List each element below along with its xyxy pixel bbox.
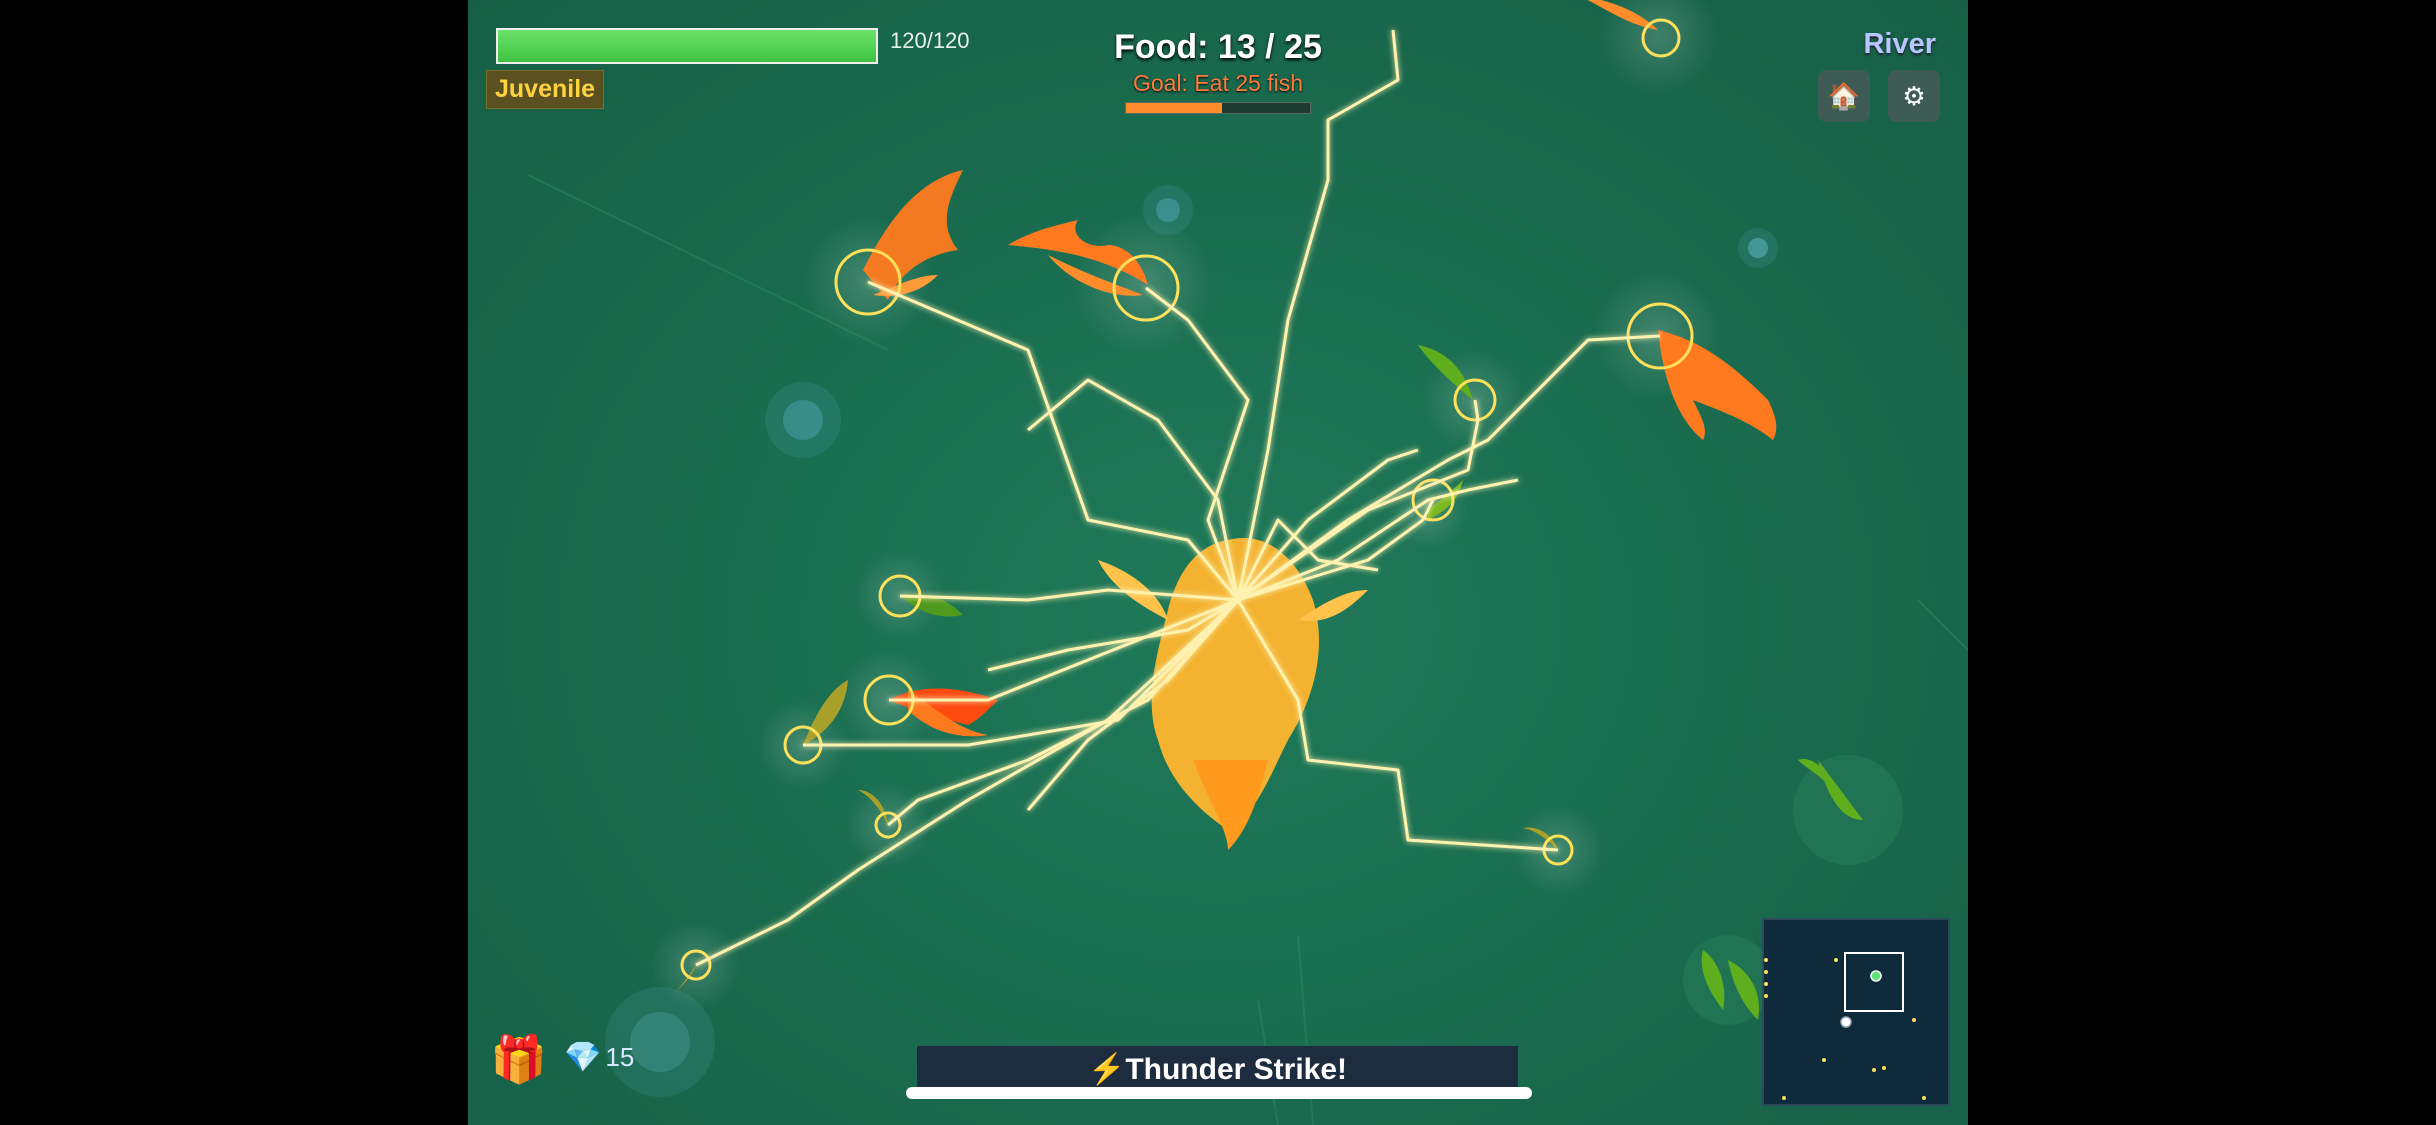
game-viewport[interactable]: 120/120 Juvenile Food: 13 / 25 Goal: Eat… [468, 0, 1968, 1125]
gear-icon: ⚙ [1902, 80, 1926, 111]
food-counter: Food: 13 / 25 [1114, 28, 1322, 66]
ability-banner: ⚡Thunder Strike! [917, 1046, 1518, 1090]
minimap-viewport-frame [1844, 952, 1904, 1012]
goal-progress-bar [1125, 102, 1311, 114]
bubble [1748, 238, 1768, 258]
ability-name: Thunder Strike! [1125, 1053, 1348, 1086]
enemy-fish-green[interactable] [1418, 345, 1523, 450]
minimap-dots [1764, 914, 1952, 1100]
goal-progress-fill [1126, 103, 1222, 113]
lightning-icon: ⚡ [1087, 1053, 1126, 1086]
enemy-fish-orange[interactable] [1008, 215, 1213, 355]
minimap[interactable] [1762, 914, 1952, 1106]
game-scene [527, 0, 1968, 1125]
enemy-fish-orange[interactable] [1593, 270, 1777, 440]
gift-icon: 🎁 [490, 1033, 548, 1085]
gem-count: 15 [605, 1042, 635, 1072]
location-label: River [1863, 28, 1936, 60]
home-indicator[interactable] [906, 1087, 1532, 1099]
goal-text: Goal: Eat 25 fish [1132, 70, 1304, 96]
bubble [630, 1012, 690, 1072]
bubble [783, 400, 823, 440]
home-icon: 🏠 [1827, 80, 1861, 111]
home-button[interactable]: 🏠 [1818, 70, 1870, 122]
gift-button[interactable]: 🎁 [490, 1032, 547, 1087]
settings-button[interactable]: ⚙ [1888, 70, 1940, 122]
gem-counter: 💎 15 [564, 1040, 634, 1075]
enemy-fish-orange[interactable] [803, 170, 963, 345]
bubble [1683, 935, 1773, 1025]
lightning-arcs [695, 29, 1661, 967]
enemy-fish-olive[interactable] [758, 680, 848, 790]
gem-icon: 💎 [564, 1041, 602, 1074]
